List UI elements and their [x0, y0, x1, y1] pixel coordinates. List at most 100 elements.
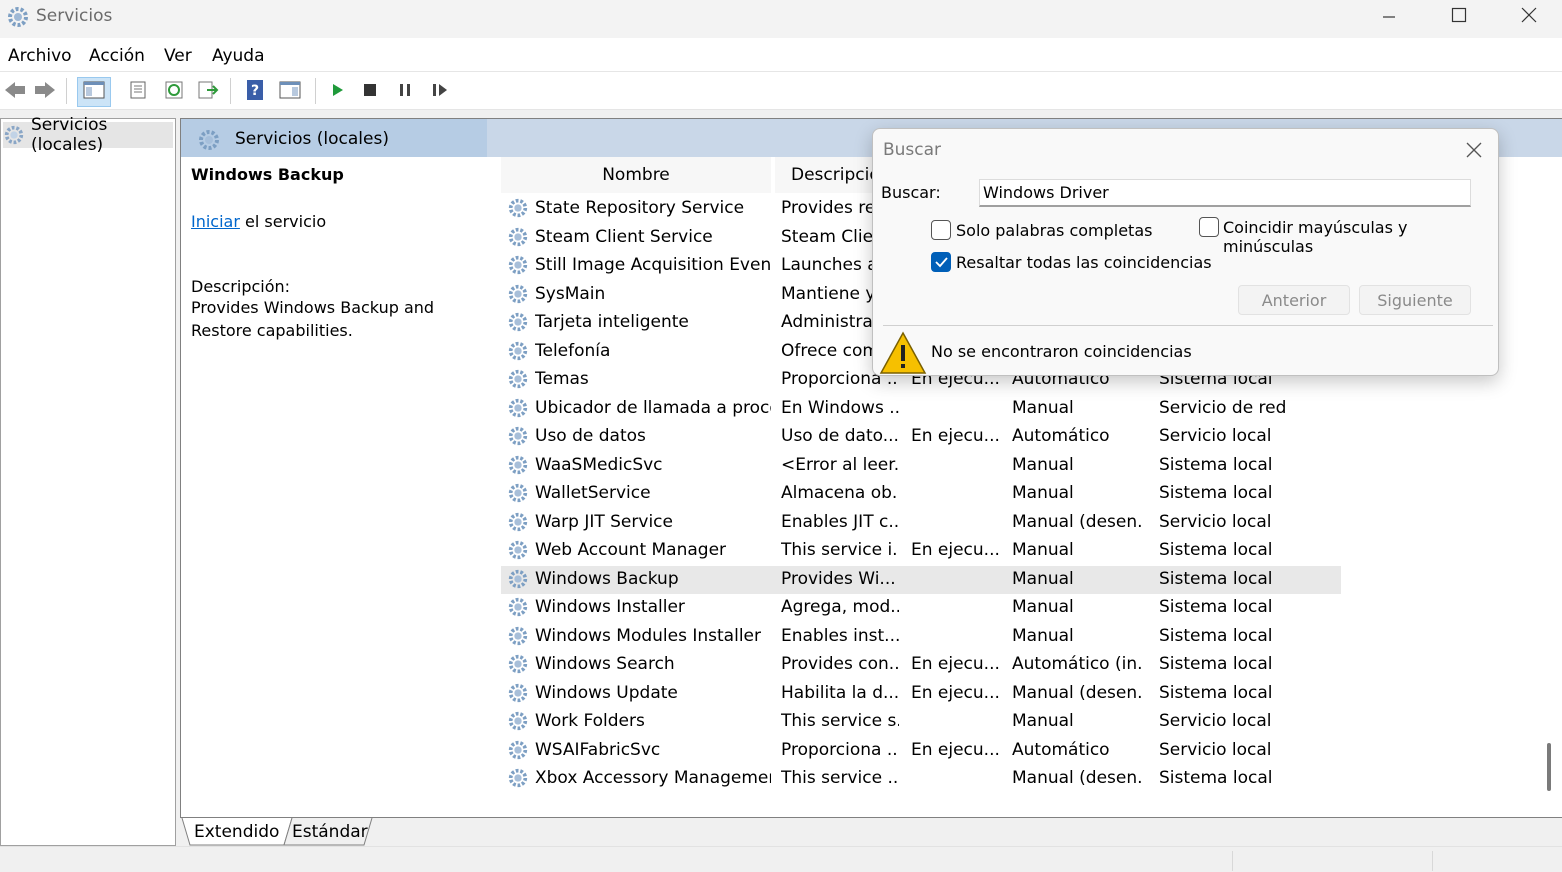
gear-icon: [507, 739, 529, 766]
export-list-button[interactable]: [193, 77, 223, 107]
title-bar: Servicios: [0, 0, 1562, 38]
service-description-cell: This service i...: [781, 540, 899, 560]
highlight-all-checkbox[interactable]: [931, 252, 951, 272]
restart-icon: [431, 82, 449, 102]
service-description-cell: Agrega, mod...: [781, 597, 899, 617]
service-row[interactable]: WalletService Almacena ob... Manual Sistema…: [501, 480, 1341, 508]
menu-ver[interactable]: Ver: [164, 46, 192, 66]
service-logon-cell: Sistema local: [1159, 654, 1273, 674]
service-row[interactable]: WaaSMedicSvc <Error al leer... Manual Siste…: [501, 452, 1341, 480]
status-divider: [1432, 851, 1433, 871]
service-startup-cell: Manual: [1012, 568, 1074, 589]
find-dialog-close-button[interactable]: [1458, 137, 1490, 167]
service-name-cell: Tarjeta inteligente: [535, 312, 689, 332]
service-logon-cell: Sistema local: [1159, 625, 1273, 646]
toolbar-separator: [230, 78, 231, 104]
service-logon-cell: Servicio local: [1159, 511, 1272, 532]
stop-service-button[interactable]: [355, 77, 385, 107]
selected-service-name: Windows Backup: [191, 165, 344, 184]
help-button[interactable]: ?: [240, 77, 270, 107]
start-service-suffix: el servicio: [239, 212, 327, 231]
service-startup-cell: Manual (desen...: [1012, 682, 1144, 703]
service-description-cell: Provides Wi...: [781, 568, 896, 589]
forward-button[interactable]: [30, 77, 60, 107]
find-input[interactable]: Windows Driver: [979, 179, 1471, 207]
show-hide-console-tree-button[interactable]: [77, 77, 111, 107]
service-row[interactable]: Windows Search Provides con... En ejecu...…: [501, 651, 1341, 679]
view-tabs: Extendido Estándar: [180, 818, 1562, 846]
description-label: Descripción:: [191, 277, 291, 296]
pause-service-button[interactable]: [390, 77, 420, 107]
service-description-cell: Provides con...: [781, 654, 899, 674]
gear-icon: [507, 226, 529, 253]
show-action-pane-button[interactable]: [275, 77, 305, 107]
match-case-checkbox[interactable]: [1199, 217, 1219, 237]
maximize-button[interactable]: [1424, 0, 1494, 34]
start-service-link[interactable]: Iniciar: [191, 212, 240, 231]
service-description-cell: Enables inst...: [781, 625, 899, 646]
next-button[interactable]: Siguiente: [1359, 285, 1471, 315]
service-row[interactable]: Web Account Manager This service i... En e…: [501, 537, 1341, 565]
service-row[interactable]: Windows Backup Provides Wi... Manual Sistem…: [501, 565, 1341, 595]
service-row[interactable]: Xbox Accessory Managemen... This service …: [501, 765, 1341, 793]
service-name-cell: WaaSMedicSvc: [535, 454, 663, 475]
action-pane-icon: [279, 81, 301, 103]
close-icon: [1466, 142, 1482, 162]
service-row[interactable]: Windows Update Habilita la d... En ejecu..…: [501, 680, 1341, 708]
menu-accion[interactable]: Acción: [89, 46, 145, 66]
service-description-cell: This service s...: [781, 711, 899, 731]
tab-extendido[interactable]: Extendido: [194, 818, 279, 846]
menu-ayuda[interactable]: Ayuda: [212, 46, 265, 66]
service-row[interactable]: Windows Installer Agrega, mod... Manual Sis…: [501, 594, 1341, 622]
match-case-label: Coincidir mayúsculas y minúsculas: [1223, 218, 1408, 256]
service-name-cell: State Repository Service: [535, 198, 745, 218]
close-button[interactable]: [1494, 0, 1562, 34]
back-button[interactable]: [0, 77, 30, 107]
tab-estandar[interactable]: Estándar: [292, 818, 368, 846]
start-service-button[interactable]: [322, 77, 352, 107]
tree-node-services-local[interactable]: Servicios (locales): [3, 115, 173, 155]
service-description-cell: Proporciona ...: [781, 739, 899, 760]
restart-service-button[interactable]: [425, 77, 455, 107]
service-name-cell: Warp JIT Service: [535, 511, 673, 532]
gear-icon: [507, 454, 529, 481]
service-name-cell: Steam Client Service: [535, 226, 713, 247]
status-divider: [1232, 851, 1233, 871]
service-status-cell: En ejecu...: [911, 654, 1000, 674]
no-matches-message: No se encontraron coincidencias: [931, 342, 1192, 361]
service-row[interactable]: Windows Modules Installer Enables inst...…: [501, 623, 1341, 651]
service-description-cell: Enables JIT c...: [781, 511, 899, 532]
minimize-button[interactable]: [1354, 0, 1424, 34]
column-header-nombre[interactable]: Nombre: [501, 157, 771, 193]
menu-archivo[interactable]: Archivo: [8, 46, 72, 66]
maximize-icon: [1451, 7, 1467, 27]
service-status-cell: En ejecu...: [911, 682, 1000, 703]
previous-button[interactable]: Anterior: [1238, 285, 1350, 315]
gear-icon: [507, 254, 529, 281]
console-tree-icon: [83, 81, 105, 103]
service-logon-cell: Sistema local: [1159, 540, 1273, 560]
service-logon-cell: Servicio local: [1159, 711, 1272, 731]
play-icon: [329, 82, 345, 102]
toolbar-separator: [66, 78, 67, 104]
service-row[interactable]: Uso de datos Uso de dato... En ejecu... Aut…: [501, 423, 1341, 451]
service-description-cell: Uso de dato...: [781, 426, 899, 446]
service-description-cell: Almacena ob...: [781, 483, 899, 503]
service-logon-cell: Sistema local: [1159, 682, 1273, 703]
properties-button[interactable]: [123, 77, 153, 107]
window-title: Servicios: [36, 6, 113, 26]
gear-icon: [197, 128, 221, 156]
refresh-button[interactable]: [159, 77, 189, 107]
service-row[interactable]: Work Folders This service s... Manual Servi…: [501, 708, 1341, 736]
whole-words-checkbox[interactable]: [931, 220, 951, 240]
service-row[interactable]: WSAIFabricSvc Proporciona ... En ejecu... A…: [501, 737, 1341, 765]
service-row[interactable]: Warp JIT Service Enables JIT c... Manual (…: [501, 509, 1341, 537]
service-row[interactable]: Ubicador de llamada a proce... En Windows…: [501, 395, 1341, 423]
service-name-cell: Windows Search: [535, 654, 675, 674]
gear-icon: [507, 568, 529, 595]
warning-icon: [879, 331, 927, 375]
service-name-cell: Uso de datos: [535, 426, 646, 446]
find-dialog-title: Buscar: [883, 140, 942, 160]
vertical-scrollbar-thumb[interactable]: [1547, 743, 1551, 791]
gear-icon: [507, 397, 529, 424]
